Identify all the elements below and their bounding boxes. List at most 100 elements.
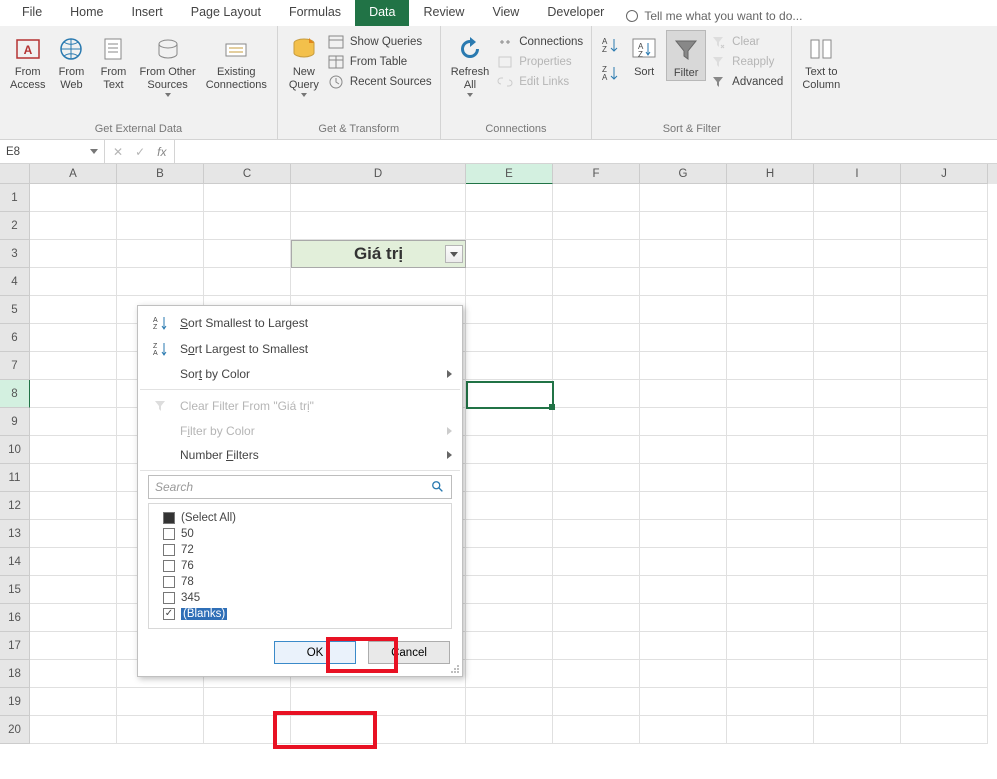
cell[interactable]	[553, 324, 640, 352]
cell[interactable]	[466, 436, 553, 464]
cell[interactable]	[117, 184, 204, 212]
sort-by-color[interactable]: Sort by Color	[138, 362, 462, 386]
show-queries-button[interactable]: Show Queries	[328, 34, 432, 50]
cell[interactable]	[640, 464, 727, 492]
filter-button[interactable]: Filter	[666, 30, 706, 81]
cell[interactable]	[204, 184, 291, 212]
recent-sources-button[interactable]: Recent Sources	[328, 74, 432, 90]
from-web-button[interactable]: From Web	[51, 30, 91, 91]
cell[interactable]	[466, 576, 553, 604]
cell[interactable]	[466, 380, 553, 408]
cell[interactable]	[640, 520, 727, 548]
cell[interactable]	[466, 632, 553, 660]
cell[interactable]	[901, 324, 988, 352]
text-to-columns-button[interactable]: Text to Column	[798, 30, 844, 91]
cell[interactable]	[553, 688, 640, 716]
cell[interactable]	[814, 548, 901, 576]
cell[interactable]	[553, 576, 640, 604]
cell[interactable]	[640, 660, 727, 688]
cell[interactable]	[814, 576, 901, 604]
cell[interactable]	[466, 324, 553, 352]
check-item[interactable]: 72	[163, 542, 447, 558]
cell[interactable]	[640, 184, 727, 212]
row-header[interactable]: 5	[0, 296, 30, 324]
tab-file[interactable]: File	[8, 0, 56, 26]
cell[interactable]	[727, 660, 814, 688]
col-header[interactable]: G	[640, 164, 727, 184]
cell[interactable]	[30, 464, 117, 492]
cell[interactable]	[30, 380, 117, 408]
select-all-corner[interactable]	[0, 164, 30, 184]
formula-bar[interactable]	[175, 140, 997, 163]
cell[interactable]	[727, 296, 814, 324]
row-header[interactable]: 8	[0, 380, 30, 408]
row-header[interactable]: 6	[0, 324, 30, 352]
cell[interactable]	[901, 464, 988, 492]
cell[interactable]	[291, 688, 466, 716]
cell[interactable]	[30, 212, 117, 240]
cell[interactable]	[814, 296, 901, 324]
col-header[interactable]: E	[466, 164, 553, 184]
row-header[interactable]: 17	[0, 632, 30, 660]
from-text-button[interactable]: From Text	[93, 30, 133, 91]
cell[interactable]	[727, 520, 814, 548]
cell[interactable]	[30, 492, 117, 520]
advanced-button[interactable]: Advanced	[710, 74, 783, 90]
from-table-button[interactable]: From Table	[328, 54, 432, 70]
cell[interactable]	[30, 436, 117, 464]
cell[interactable]: Giá trị	[291, 240, 466, 268]
cell[interactable]	[727, 548, 814, 576]
cell[interactable]	[901, 716, 988, 744]
col-header[interactable]: C	[204, 164, 291, 184]
cell[interactable]	[727, 604, 814, 632]
cell[interactable]	[30, 324, 117, 352]
cell[interactable]	[30, 408, 117, 436]
cell[interactable]	[553, 716, 640, 744]
cell[interactable]	[117, 212, 204, 240]
row-header[interactable]: 20	[0, 716, 30, 744]
cell[interactable]	[466, 716, 553, 744]
cell[interactable]	[901, 492, 988, 520]
cell[interactable]	[814, 324, 901, 352]
cell[interactable]	[204, 268, 291, 296]
cell[interactable]	[901, 660, 988, 688]
cell[interactable]	[30, 688, 117, 716]
col-header[interactable]: A	[30, 164, 117, 184]
cell[interactable]	[553, 184, 640, 212]
cell[interactable]	[814, 268, 901, 296]
cell[interactable]	[30, 716, 117, 744]
cell[interactable]	[291, 268, 466, 296]
cell[interactable]	[466, 548, 553, 576]
existing-connections-button[interactable]: Existing Connections	[202, 30, 271, 91]
sort-desc-button[interactable]: ZA	[600, 64, 620, 82]
cell[interactable]	[640, 296, 727, 324]
tab-page-layout[interactable]: Page Layout	[177, 0, 275, 26]
row-header[interactable]: 4	[0, 268, 30, 296]
cell[interactable]	[640, 604, 727, 632]
cell[interactable]	[30, 520, 117, 548]
cell[interactable]	[901, 352, 988, 380]
cell[interactable]	[553, 408, 640, 436]
tab-review[interactable]: Review	[409, 0, 478, 26]
cell[interactable]	[727, 688, 814, 716]
cell[interactable]	[814, 380, 901, 408]
cell[interactable]	[814, 408, 901, 436]
cell[interactable]	[814, 660, 901, 688]
cell[interactable]	[901, 184, 988, 212]
tab-developer[interactable]: Developer	[533, 0, 618, 26]
filter-dropdown-button[interactable]	[445, 245, 463, 263]
cell[interactable]	[901, 296, 988, 324]
cell[interactable]	[727, 240, 814, 268]
cell[interactable]	[30, 296, 117, 324]
row-header[interactable]: 16	[0, 604, 30, 632]
cell[interactable]	[727, 268, 814, 296]
col-header[interactable]: D	[291, 164, 466, 184]
cell[interactable]	[553, 380, 640, 408]
cell[interactable]	[466, 520, 553, 548]
cell[interactable]	[466, 408, 553, 436]
cell[interactable]	[117, 240, 204, 268]
fx-icon[interactable]: fx	[157, 145, 166, 159]
col-header[interactable]: H	[727, 164, 814, 184]
cell[interactable]	[640, 380, 727, 408]
check-item[interactable]: 50	[163, 526, 447, 542]
